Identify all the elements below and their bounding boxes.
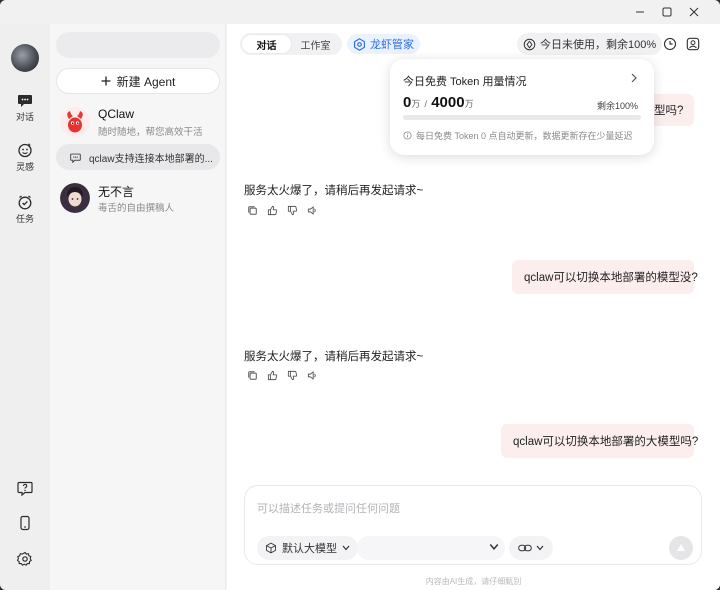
thumbs-up-icon[interactable] — [267, 205, 278, 216]
shield-hex-icon — [354, 37, 365, 51]
wubuyan-avatar — [60, 183, 90, 213]
chevron-down-icon — [342, 545, 350, 551]
used-unit: 万 — [411, 99, 421, 109]
bot-message-actions — [247, 370, 318, 381]
copy-icon[interactable] — [247, 205, 258, 216]
speaker-icon[interactable] — [307, 370, 318, 381]
chevron-down-icon — [489, 544, 499, 551]
agent-name: QClaw — [98, 107, 135, 121]
tab-chat[interactable]: 对话 — [242, 35, 291, 53]
mode-tabs: 对话 工作室 — [240, 33, 342, 55]
bot-message-1: 服务太火爆了，请稍后再发起请求~ — [244, 185, 424, 197]
close-icon — [689, 7, 699, 17]
token-usage-popup: 今日免费 Token 用量情况 0万 / 4000万 剩余100% 每日免费 T… — [390, 59, 654, 155]
qclaw-avatar — [60, 107, 90, 137]
agent-item-qclaw[interactable]: QClaw 随时随地，帮您高效干活 — [56, 104, 220, 140]
amount-separator: / — [424, 99, 428, 109]
user-message-text: qclaw可以切换本地部署的大模型吗? — [513, 436, 699, 448]
manager-badge-label: 龙虾管家 — [370, 39, 414, 51]
sidebar-chat-item[interactable]: qclaw支持连接本地部署的... — [56, 144, 220, 170]
popup-note: 每日免费 Token 0 点自动更新，数据更新存在少量延迟 — [403, 129, 633, 142]
sidebar-chat-title: qclaw支持连接本地部署的... — [89, 153, 213, 165]
agent-sidebar: 新建 Agent QClaw 随时随地，帮您高效干活 qclaw支持连接本地部署… — [50, 24, 226, 590]
chat-icon — [18, 95, 32, 107]
user-message-3: qclaw可以切换本地部署的大模型吗? — [501, 424, 698, 458]
cube-icon — [266, 542, 276, 554]
model-select-button[interactable]: 默认大模型 — [257, 536, 358, 560]
app-window: 对话 灵感 任务 新建 Agent QClaw 随时随地，帮您高效干活 qcla… — [0, 0, 720, 590]
composer-placeholder[interactable]: 可以描述任务或提问任何问题 — [257, 500, 400, 516]
minimize-icon — [636, 11, 644, 13]
user-message-text: qclaw可以切换本地部署的模型没? — [524, 272, 698, 284]
new-agent-label: 新建 Agent — [116, 74, 176, 89]
title-bar — [0, 0, 720, 24]
rail-label-inspiration: 灵感 — [15, 162, 34, 172]
left-rail: 对话 灵感 任务 — [0, 24, 50, 590]
bot-message-actions — [247, 205, 318, 216]
rail-item-task[interactable]: 任务 — [0, 194, 50, 225]
usage-pill-text: 今日未使用，剩余100% — [540, 39, 657, 51]
copy-icon[interactable] — [247, 370, 258, 381]
maximize-icon — [662, 7, 672, 17]
info-icon — [403, 131, 412, 140]
new-agent-button[interactable]: 新建 Agent — [56, 68, 220, 94]
user-message-text: 型吗? — [654, 105, 684, 117]
rail-item-inspiration[interactable]: 灵感 — [0, 142, 50, 173]
token-usage-pill[interactable]: 今日未使用，剩余100% — [517, 33, 663, 55]
thumbs-up-icon[interactable] — [267, 370, 278, 381]
remaining-percent: 剩余100% — [596, 101, 638, 111]
phone-icon[interactable] — [17, 515, 33, 531]
task-clock-icon — [18, 195, 32, 210]
send-button[interactable] — [669, 536, 693, 560]
help-icon[interactable] — [17, 480, 33, 496]
plus-icon — [101, 76, 111, 86]
secondary-select[interactable] — [357, 536, 505, 560]
popup-amount: 0万 / 4000万 — [403, 94, 474, 111]
token-diamond-icon — [523, 38, 536, 50]
manager-badge[interactable]: 龙虾管家 — [347, 34, 420, 54]
bot-message-2: 服务太火爆了，请稍后再发起请求~ — [244, 351, 424, 363]
history-clock-icon[interactable] — [663, 37, 677, 51]
rail-item-chat[interactable]: 对话 — [0, 92, 50, 123]
tab-studio[interactable]: 工作室 — [291, 35, 340, 53]
sidebar-search-bar[interactable] — [56, 32, 220, 58]
inspiration-icon — [18, 143, 32, 158]
model-select-label: 默认大模型 — [282, 543, 337, 555]
chat-main: 对话 工作室 龙虾管家 今日未使用，剩余100% 型吗? 服务太火爆了，请稍后再… — [227, 24, 720, 590]
message-composer[interactable]: 可以描述任务或提问任何问题 默认大模型 — [244, 485, 702, 565]
total-unit: 万 — [464, 99, 474, 109]
popup-note-text: 每日免费 Token 0 点自动更新，数据更新存在少量延迟 — [416, 131, 633, 141]
user-avatar[interactable] — [11, 44, 39, 72]
agent-subtitle: 毒舌的自由撰稿人 — [98, 203, 175, 214]
chat-bubble-icon — [70, 153, 81, 163]
thumbs-down-icon[interactable] — [287, 370, 298, 381]
agent-subtitle: 随时随地，帮您高效干活 — [98, 127, 203, 138]
rail-label-chat: 对话 — [15, 112, 34, 122]
usage-progress-bar — [403, 115, 641, 120]
total-value: 4000 — [431, 94, 465, 111]
user-message-2: qclaw可以切换本地部署的模型没? — [512, 260, 698, 294]
ai-disclaimer: 内容由AI生成，请仔细甄别 — [425, 577, 522, 586]
settings-icon[interactable] — [17, 551, 33, 567]
chevron-right-icon[interactable] — [630, 73, 638, 83]
thumbs-down-icon[interactable] — [287, 205, 298, 216]
link-tools-button[interactable] — [509, 536, 553, 560]
chevron-down-icon — [536, 545, 544, 551]
rail-label-task: 任务 — [15, 214, 34, 224]
agent-item-wubuyan[interactable]: 无不言 毒舌的自由撰稿人 — [56, 180, 220, 216]
link-icon — [518, 544, 532, 552]
profile-icon[interactable] — [686, 37, 700, 51]
popup-title: 今日免费 Token 用量情况 — [403, 76, 527, 88]
close-button[interactable] — [678, 0, 710, 24]
agent-name: 无不言 — [98, 185, 135, 199]
speaker-icon[interactable] — [307, 205, 318, 216]
send-arrow-icon — [677, 544, 685, 551]
